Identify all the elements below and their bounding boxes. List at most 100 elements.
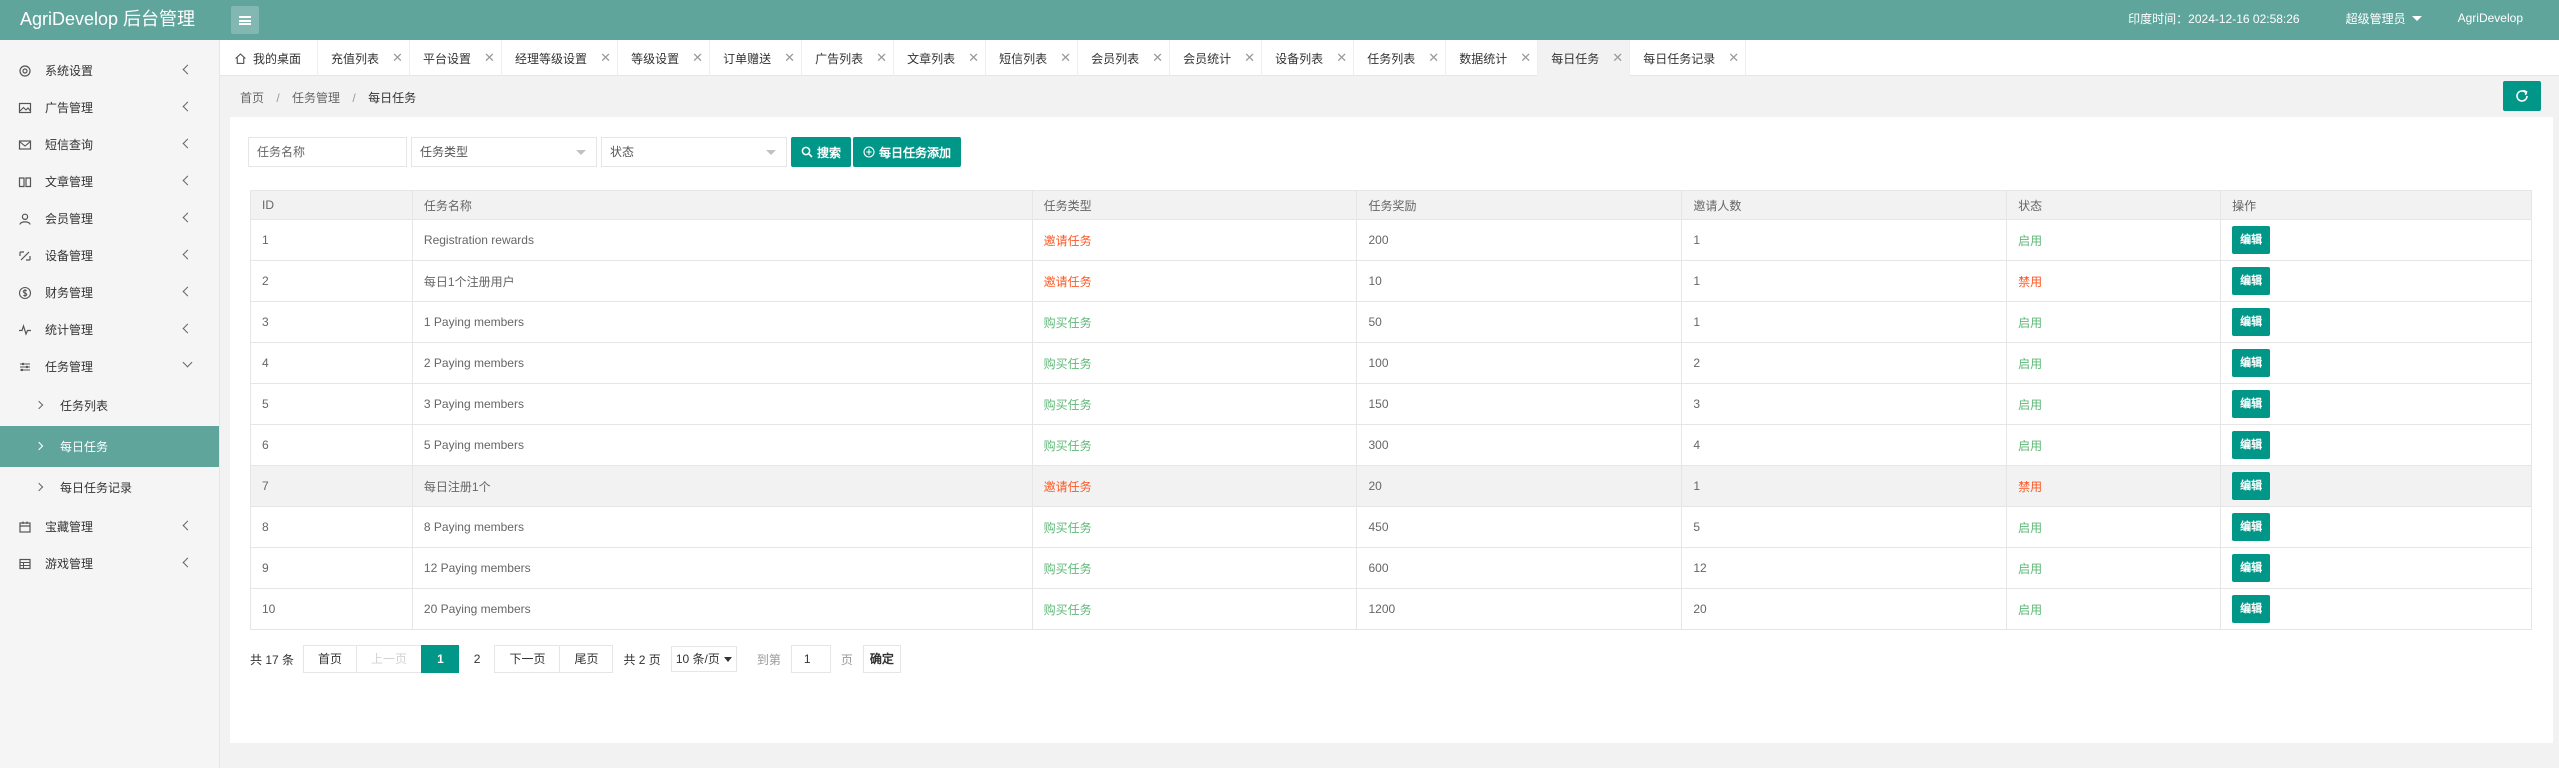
tab-12[interactable]: 数据统计 ✕ [1446, 40, 1539, 76]
admin-label: 超级管理员 [2345, 11, 2406, 26]
pager-page-2[interactable]: 2 [458, 645, 496, 673]
cell-actions: 编辑 [2220, 547, 2532, 589]
tab-10[interactable]: 设备列表 ✕ [1262, 40, 1355, 76]
tab-9[interactable]: 会员统计 ✕ [1170, 40, 1263, 76]
tab-home[interactable]: 我的桌面 [220, 40, 319, 76]
tab-11[interactable]: 任务列表 ✕ [1354, 40, 1447, 76]
sidebar-item-0[interactable]: 系统设置 [0, 52, 219, 89]
cell-type: 邀请任务 [1031, 260, 1358, 302]
sidebar-item-5[interactable]: 设备管理 [0, 237, 219, 274]
close-icon[interactable]: ✕ [1060, 50, 1071, 66]
tab-6[interactable]: 文章列表 ✕ [894, 40, 987, 76]
sidebar-item-after-1[interactable]: 游戏管理 [0, 545, 219, 582]
sidebar-item-3[interactable]: 文章管理 [0, 163, 219, 200]
edit-button[interactable]: 编辑 [2232, 349, 2271, 377]
close-icon[interactable]: ✕ [784, 50, 795, 66]
admin-dropdown[interactable]: 超级管理员 [2346, 10, 2422, 27]
cell-status: 禁用 [2006, 465, 2222, 507]
tab-2[interactable]: 经理等级设置 ✕ [502, 40, 619, 76]
sidebar-item-label: 财务管理 [45, 286, 94, 300]
sidebar-sub-daily-task-record[interactable]: 每日任务记录 [0, 467, 219, 508]
cell-name: 3 Paying members [411, 383, 1033, 425]
breadcrumb-parent[interactable]: 任务管理 [292, 91, 340, 105]
cell-actions: 编辑 [2220, 383, 2532, 425]
close-icon[interactable]: ✕ [876, 50, 887, 66]
sidebar-sub-label: 每日任务记录 [60, 481, 133, 495]
edit-button[interactable]: 编辑 [2232, 554, 2271, 582]
chevron-left-icon [182, 138, 193, 149]
task-type-placeholder: 任务类型 [420, 145, 469, 159]
close-icon[interactable]: ✕ [968, 50, 979, 66]
close-icon[interactable]: ✕ [1612, 50, 1623, 66]
sidebar-item-1[interactable]: 广告管理 [0, 89, 219, 126]
cell-id: 4 [250, 342, 413, 384]
book-icon [18, 175, 32, 189]
close-icon[interactable]: ✕ [600, 50, 611, 66]
close-icon[interactable]: ✕ [392, 50, 403, 66]
cell-type: 购买任务 [1031, 301, 1358, 343]
tab-14[interactable]: 每日任务记录 ✕ [1630, 40, 1747, 76]
tab-7[interactable]: 短信列表 ✕ [986, 40, 1079, 76]
sidebar-item-4[interactable]: 会员管理 [0, 200, 219, 237]
sidebar-item-label: 游戏管理 [45, 557, 94, 571]
sidebar-item-6[interactable]: 财务管理 [0, 274, 219, 311]
sidebar-item-after-0[interactable]: 宝藏管理 [0, 508, 219, 545]
pager-last[interactable]: 尾页 [559, 645, 614, 673]
pager-next[interactable]: 下一页 [494, 645, 561, 673]
close-icon[interactable]: ✕ [1152, 50, 1163, 66]
edit-button[interactable]: 编辑 [2232, 595, 2271, 623]
cell-reward: 20 [1356, 465, 1683, 507]
refresh-button[interactable] [2503, 81, 2541, 111]
close-icon[interactable]: ✕ [1520, 50, 1531, 66]
sidebar-item-7[interactable]: 统计管理 [0, 311, 219, 348]
pulse-icon [18, 323, 32, 337]
close-icon[interactable]: ✕ [692, 50, 703, 66]
tab-4[interactable]: 订单赠送 ✕ [710, 40, 803, 76]
status-select[interactable]: 状态 [601, 137, 787, 167]
tab-8[interactable]: 会员列表 ✕ [1078, 40, 1171, 76]
cell-id: 7 [250, 465, 413, 507]
tab-5[interactable]: 广告列表 ✕ [802, 40, 895, 76]
chevron-left-icon [182, 175, 193, 186]
edit-button[interactable]: 编辑 [2232, 472, 2271, 500]
pager-page-1[interactable]: 1 [421, 645, 460, 673]
edit-button[interactable]: 编辑 [2232, 308, 2271, 336]
pager-first[interactable]: 首页 [303, 645, 358, 673]
edit-button[interactable]: 编辑 [2232, 390, 2271, 418]
cell-id: 6 [250, 424, 413, 466]
user-name[interactable]: AgriDevelop [2458, 11, 2523, 25]
tab-13[interactable]: 每日任务 ✕ [1538, 40, 1631, 76]
sidebar-sub-label: 每日任务 [60, 440, 109, 454]
pager-goto-input[interactable]: 1 [790, 645, 831, 673]
table-row: 9 12 Paying members 购买任务 600 12 启用 编辑 [250, 547, 2532, 589]
search-button[interactable]: 搜索 [791, 137, 851, 167]
sidebar-sub-task-list[interactable]: 任务列表 [0, 385, 219, 426]
edit-button[interactable]: 编辑 [2232, 226, 2271, 254]
task-type-select[interactable]: 任务类型 [411, 137, 597, 167]
menu-toggle-button[interactable] [231, 6, 259, 34]
cell-id: 3 [250, 301, 413, 343]
close-icon[interactable]: ✕ [1428, 50, 1439, 66]
chevron-left-icon [182, 101, 193, 112]
tab-0[interactable]: 充值列表 ✕ [318, 40, 411, 76]
close-icon[interactable]: ✕ [1728, 50, 1739, 66]
add-daily-task-button[interactable]: 每日任务添加 [853, 137, 961, 167]
pager-limit-select[interactable]: 10 条/页 [670, 646, 737, 672]
edit-button[interactable]: 编辑 [2232, 431, 2271, 459]
close-icon[interactable]: ✕ [1336, 50, 1347, 66]
pager-confirm-button[interactable]: 确定 [862, 645, 901, 673]
sidebar-item-2[interactable]: 短信查询 [0, 126, 219, 163]
sidebar-item-8[interactable]: 任务管理 [0, 348, 219, 385]
close-icon[interactable]: ✕ [1244, 50, 1255, 66]
chevron-down-icon [182, 357, 193, 368]
column-header: 任务名称 [411, 190, 1033, 220]
cell-type: 购买任务 [1031, 424, 1358, 466]
breadcrumb-home[interactable]: 首页 [240, 91, 264, 105]
sidebar-sub-daily-task[interactable]: 每日任务 [0, 426, 219, 467]
close-icon[interactable]: ✕ [484, 50, 495, 66]
edit-button[interactable]: 编辑 [2232, 513, 2271, 541]
tab-1[interactable]: 平台设置 ✕ [410, 40, 503, 76]
edit-button[interactable]: 编辑 [2232, 267, 2271, 295]
tab-3[interactable]: 等级设置 ✕ [618, 40, 711, 76]
task-name-input[interactable] [248, 137, 407, 167]
